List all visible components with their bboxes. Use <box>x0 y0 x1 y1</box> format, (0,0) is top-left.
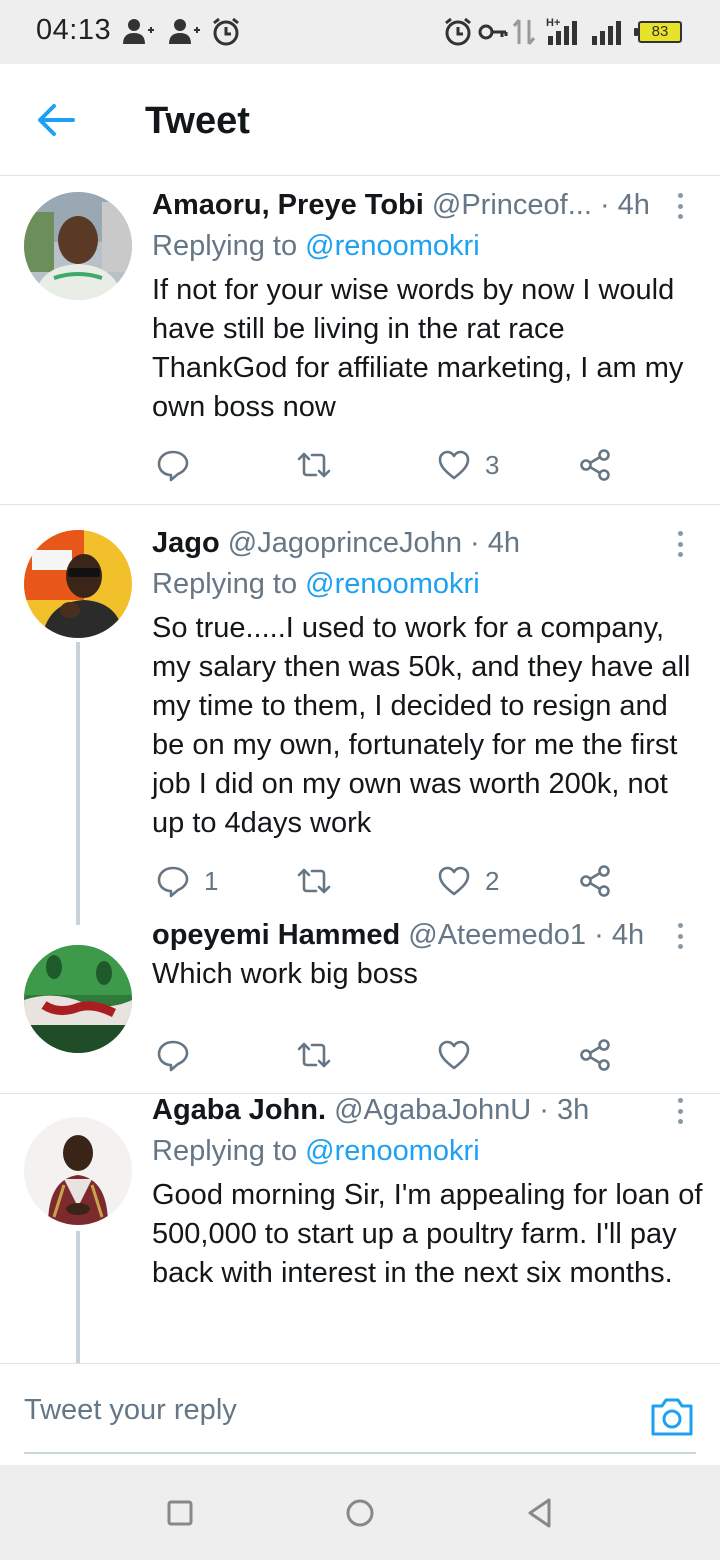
avatar[interactable] <box>24 1117 132 1225</box>
tweet-feed[interactable]: Amaoru, Preye Tobi @Princeof... · 4h Rep… <box>0 177 720 1363</box>
tweet-item[interactable]: opeyemi Hammed @Ateemedo1 · 4h Which wor… <box>0 919 720 1093</box>
replying-handle[interactable]: @renoomokri <box>305 1135 480 1167</box>
data-transfer-icon <box>512 19 536 45</box>
reply-composer: Tweet your reply <box>0 1363 720 1465</box>
tweet-time: · 3h <box>539 1094 590 1126</box>
key-icon <box>478 24 508 40</box>
status-bar: 04:13 H+ 83 <box>0 0 720 64</box>
tweet-time: · 4h <box>599 189 650 221</box>
tweet-actions: 1 2 <box>152 861 632 901</box>
battery-level: 83 <box>651 23 669 40</box>
heart-icon <box>438 866 470 896</box>
like-button[interactable] <box>437 1035 485 1075</box>
system-nav-bar <box>0 1465 720 1560</box>
replying-prefix: Replying to <box>152 568 298 600</box>
retweet-button[interactable] <box>297 861 345 901</box>
person-add-icon <box>123 19 154 44</box>
more-options-button[interactable] <box>668 527 692 561</box>
like-button[interactable]: 3 <box>437 445 499 485</box>
tweet-text: Good morning Sir, I'm appealing for loan… <box>152 1179 703 1289</box>
avatar[interactable] <box>24 530 132 638</box>
reply-button[interactable] <box>156 445 204 485</box>
thread-line <box>76 1231 80 1363</box>
user-handle[interactable]: @AgabaJohnU <box>334 1094 531 1126</box>
share-button[interactable] <box>578 1035 612 1075</box>
more-options-button[interactable] <box>668 919 692 953</box>
avatar[interactable] <box>24 945 132 1053</box>
retweet-icon <box>297 1042 331 1068</box>
tweet-text: So true.....I used to work for a company… <box>152 612 691 839</box>
replying-handle[interactable]: @renoomokri <box>305 230 480 262</box>
alarm-icon <box>213 17 239 46</box>
signal-h-plus-icon: H+ <box>546 17 577 45</box>
retweet-icon <box>297 452 331 478</box>
camera-icon[interactable] <box>648 1392 696 1440</box>
tweet-meta: Jago @JagoprinceJohn · 4h <box>152 527 520 560</box>
more-options-button[interactable] <box>668 189 692 223</box>
like-count: 2 <box>485 865 500 896</box>
user-handle[interactable]: @Ateemedo1 <box>408 919 586 951</box>
reply-button[interactable] <box>156 1035 204 1075</box>
tweet-meta: Amaoru, Preye Tobi @Princeof... · 4h <box>152 189 650 222</box>
user-name[interactable]: opeyemi Hammed <box>152 919 400 951</box>
battery-indicator: 83 <box>634 21 682 43</box>
share-icon <box>580 865 610 897</box>
tweet-actions: 3 <box>152 445 632 485</box>
replying-to: Replying to @renoomokri <box>152 568 480 601</box>
reply-button[interactable]: 1 <box>156 861 218 901</box>
status-time: 04:13 <box>36 14 112 46</box>
user-handle[interactable]: @Princeof... <box>432 189 592 221</box>
person-add-icon <box>169 19 200 44</box>
tweet-meta: Agaba John. @AgabaJohnU · 3h <box>152 1094 589 1127</box>
alarm-icon <box>445 17 471 46</box>
retweet-icon <box>297 868 331 894</box>
retweet-button[interactable] <box>297 445 345 485</box>
replying-handle[interactable]: @renoomokri <box>305 568 480 600</box>
tweet-time: · 4h <box>470 527 520 559</box>
replying-to: Replying to @renoomokri <box>152 1135 480 1168</box>
home-button[interactable] <box>342 1495 378 1531</box>
tweet-item[interactable]: Agaba John. @AgabaJohnU · 3h Replying to… <box>0 1094 720 1363</box>
share-button[interactable] <box>578 861 612 901</box>
tweet-item[interactable]: Jago @JagoprinceJohn · 4h Replying to @r… <box>0 505 720 925</box>
replying-prefix: Replying to <box>152 1135 298 1167</box>
tweet-time: · 4h <box>594 919 645 951</box>
signal-icon <box>592 21 621 45</box>
replying-prefix: Replying to <box>152 230 298 262</box>
comment-icon <box>157 866 189 898</box>
app-header: Tweet <box>0 64 720 176</box>
tweet-actions <box>152 1035 632 1075</box>
user-name[interactable]: Agaba John. <box>152 1094 326 1126</box>
recents-button[interactable] <box>162 1495 198 1531</box>
back-button[interactable] <box>30 94 82 146</box>
tweet-text: Which work big boss <box>152 958 418 990</box>
back-nav-button[interactable] <box>522 1495 558 1531</box>
like-count: 3 <box>485 449 500 480</box>
replying-to: Replying to @renoomokri <box>152 230 480 263</box>
user-handle[interactable]: @JagoprinceJohn <box>228 527 462 559</box>
share-icon <box>580 449 610 481</box>
share-icon <box>580 1039 610 1071</box>
network-label: H+ <box>546 17 560 29</box>
tweet-meta: opeyemi Hammed @Ateemedo1 · 4h <box>152 919 644 952</box>
like-button[interactable]: 2 <box>437 861 499 901</box>
reply-count: 1 <box>204 865 219 896</box>
comment-icon <box>157 1040 189 1072</box>
reply-input[interactable]: Tweet your reply <box>24 1394 237 1427</box>
user-name[interactable]: Jago <box>152 527 220 559</box>
page-title: Tweet <box>145 100 250 142</box>
avatar[interactable] <box>24 192 132 300</box>
user-name[interactable]: Amaoru, Preye Tobi <box>152 189 424 221</box>
share-button[interactable] <box>578 445 612 485</box>
thread-line <box>76 642 80 925</box>
heart-icon <box>438 450 470 480</box>
retweet-button[interactable] <box>297 1035 345 1075</box>
tweet-item[interactable]: Amaoru, Preye Tobi @Princeof... · 4h Rep… <box>0 177 720 505</box>
comment-icon <box>157 450 189 482</box>
tweet-text: If not for your wise words by now I woul… <box>152 274 684 423</box>
reply-input-underline <box>24 1452 696 1454</box>
heart-icon <box>438 1040 470 1070</box>
more-options-button[interactable] <box>668 1094 692 1128</box>
arrow-left-icon <box>38 104 75 136</box>
